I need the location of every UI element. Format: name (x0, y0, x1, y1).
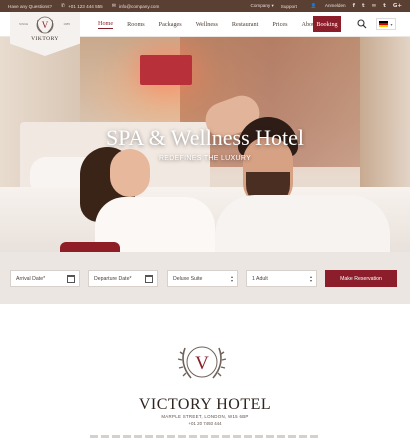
top-info-bar: Have any Questions? ✆ +01 123 444 555 ✉ … (0, 0, 410, 12)
select-arrows-icon: ▴ ▾ (230, 274, 233, 283)
chevron-down-icon: ▾ (390, 21, 393, 27)
select-arrows-icon: ▴ ▾ (309, 274, 312, 283)
hero-lamp (140, 55, 192, 85)
nav-packages[interactable]: Packages (159, 21, 182, 28)
hero-subtitle: REDEFINES THE LUXURY (158, 155, 252, 162)
de-flag-icon (379, 21, 389, 27)
hotel-emblem-icon: V (177, 346, 227, 379)
facebook-icon[interactable]: f (353, 3, 355, 9)
hotel-name: VICTORY HOTEL (138, 396, 272, 413)
hero-blanket (60, 242, 120, 252)
tumblr-icon[interactable]: t (383, 3, 386, 9)
hero-man-body (215, 195, 390, 252)
mail-icon: ✉ (111, 3, 116, 9)
hero-title: SPA & Wellness Hotel (105, 125, 305, 150)
language-selector[interactable]: ▾ (376, 18, 396, 30)
about-text-cutoff (90, 435, 320, 438)
booking-button[interactable]: Booking (313, 16, 341, 32)
about-section: V VICTORY HOTEL MARPLE STREET, LONDON, W… (0, 304, 410, 439)
nav-prices[interactable]: Prices (272, 21, 287, 28)
user-icon: 👤 (310, 3, 317, 8)
email-link[interactable]: ✉ info@company.com (112, 3, 160, 9)
main-navbar: SINCE 1985 V VIKTORY Home Rooms Packages… (0, 12, 410, 56)
nav-restaurant[interactable]: Restaurant (232, 21, 258, 28)
email-address: info@company.com (118, 3, 160, 9)
guests-select[interactable]: 1 Adult ▴ ▾ (246, 270, 317, 287)
logo-emblem-icon: V (36, 16, 54, 34)
hotel-address: MARPLE STREET, LONDON, W15 6BP (161, 414, 249, 419)
hero-banner: SPA & Wellness Hotel REDEFINES THE LUXUR… (0, 37, 410, 252)
make-reservation-button[interactable]: Make Reservation (325, 270, 397, 287)
search-icon[interactable] (357, 19, 367, 29)
departure-date-field[interactable]: Departure Date* (88, 270, 158, 287)
room-select[interactable]: Deluxe Suite ▴ ▾ (167, 270, 238, 287)
google-plus-icon[interactable]: G+ (393, 3, 402, 9)
phone-link[interactable]: ✆ +01 123 444 555 (61, 3, 103, 9)
nav-menu: Home Rooms Packages Wellness Restaurant … (98, 12, 331, 37)
nav-home[interactable]: Home (98, 20, 114, 29)
arrival-date-field[interactable]: Arrival Date* (10, 270, 80, 287)
logo-since: SINCE (19, 22, 29, 26)
phone-icon: ✆ (60, 3, 66, 9)
question-text: Have any Questions? (8, 3, 52, 9)
twitter-icon[interactable]: t (362, 3, 365, 9)
reservation-form: Arrival Date* Departure Date* Deluxe Sui… (0, 252, 410, 304)
login-link[interactable]: 👤 Anmelden (304, 3, 346, 9)
nav-wellness[interactable]: Wellness (196, 21, 218, 28)
tripadvisor-icon[interactable]: ∞ (372, 3, 377, 9)
calendar-icon (145, 275, 153, 283)
svg-text:V: V (42, 20, 49, 30)
nav-rooms[interactable]: Rooms (127, 21, 145, 28)
phone-number: +01 123 444 555 (68, 3, 103, 9)
logo-year: 1985 (63, 22, 70, 26)
calendar-icon (67, 275, 75, 283)
hotel-phone: +01 20 7493 444 (188, 421, 222, 426)
svg-text:V: V (195, 353, 209, 374)
company-menu[interactable]: Company ▾ (244, 3, 274, 9)
logo-brand: VIKTORY (31, 36, 59, 42)
support-link[interactable]: Support (281, 4, 297, 9)
